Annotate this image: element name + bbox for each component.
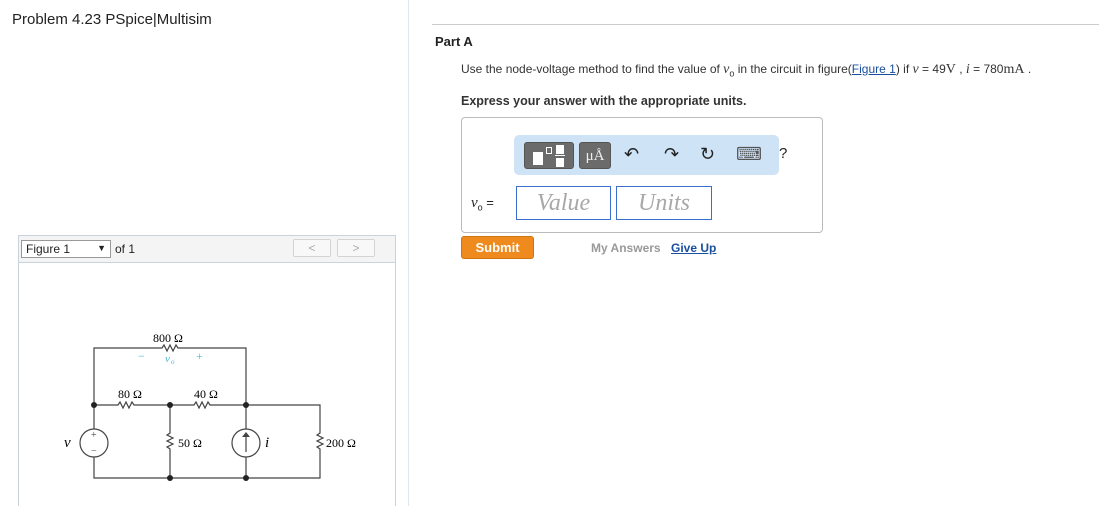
label-vo: v [165,353,170,365]
divider [432,24,1099,25]
help-icon[interactable]: ? [779,145,787,162]
label-50: 50 Ω [178,436,202,450]
label-200: 200 Ω [326,436,356,450]
template-button[interactable] [524,142,574,169]
my-answers-link[interactable]: My Answers [591,241,661,255]
label-v: v [64,435,71,451]
units-input[interactable]: Units [616,186,712,220]
question-text: Use the node-voltage method to find the … [461,62,1032,79]
wire-top [93,343,247,405]
wire-mid [93,400,325,479]
svg-text:−: − [138,349,145,363]
svg-text:−: − [91,446,97,457]
submit-button[interactable]: Submit [461,236,534,259]
math-toolbar: μÅ ↶ ↷ ↻ ⌨ ? [514,135,787,175]
label-80: 80 Ω [118,387,142,401]
undo-icon[interactable]: ↶ [624,144,639,165]
svg-text:+: + [91,430,97,441]
reset-icon[interactable]: ↻ [700,144,715,165]
panel-divider [408,0,409,506]
part-label: Part A [435,34,473,49]
keyboard-icon[interactable]: ⌨ [736,144,762,165]
answer-label: vo = [471,195,494,213]
give-up-link[interactable]: Give Up [671,241,716,255]
value-input[interactable]: Value [516,186,611,220]
figure-panel: Figure 1 ▼ of 1 < > + − 800 Ω 80 Ω 40 Ω 5… [18,235,396,506]
instructions: Express your answer with the appropriate… [461,94,747,108]
circuit-diagram: + − 800 Ω 80 Ω 40 Ω 50 Ω 200 Ω v i − + v… [64,331,356,481]
label-800: 800 Ω [153,331,183,345]
redo-icon[interactable]: ↷ [664,144,679,165]
figure-link[interactable]: Figure 1 [852,62,896,76]
label-40: 40 Ω [194,387,218,401]
svg-text:+: + [196,349,203,363]
svg-text:o: o [171,358,175,366]
resistor-50 [165,405,175,478]
units-button[interactable]: μÅ [579,142,611,169]
label-i: i [265,435,269,451]
